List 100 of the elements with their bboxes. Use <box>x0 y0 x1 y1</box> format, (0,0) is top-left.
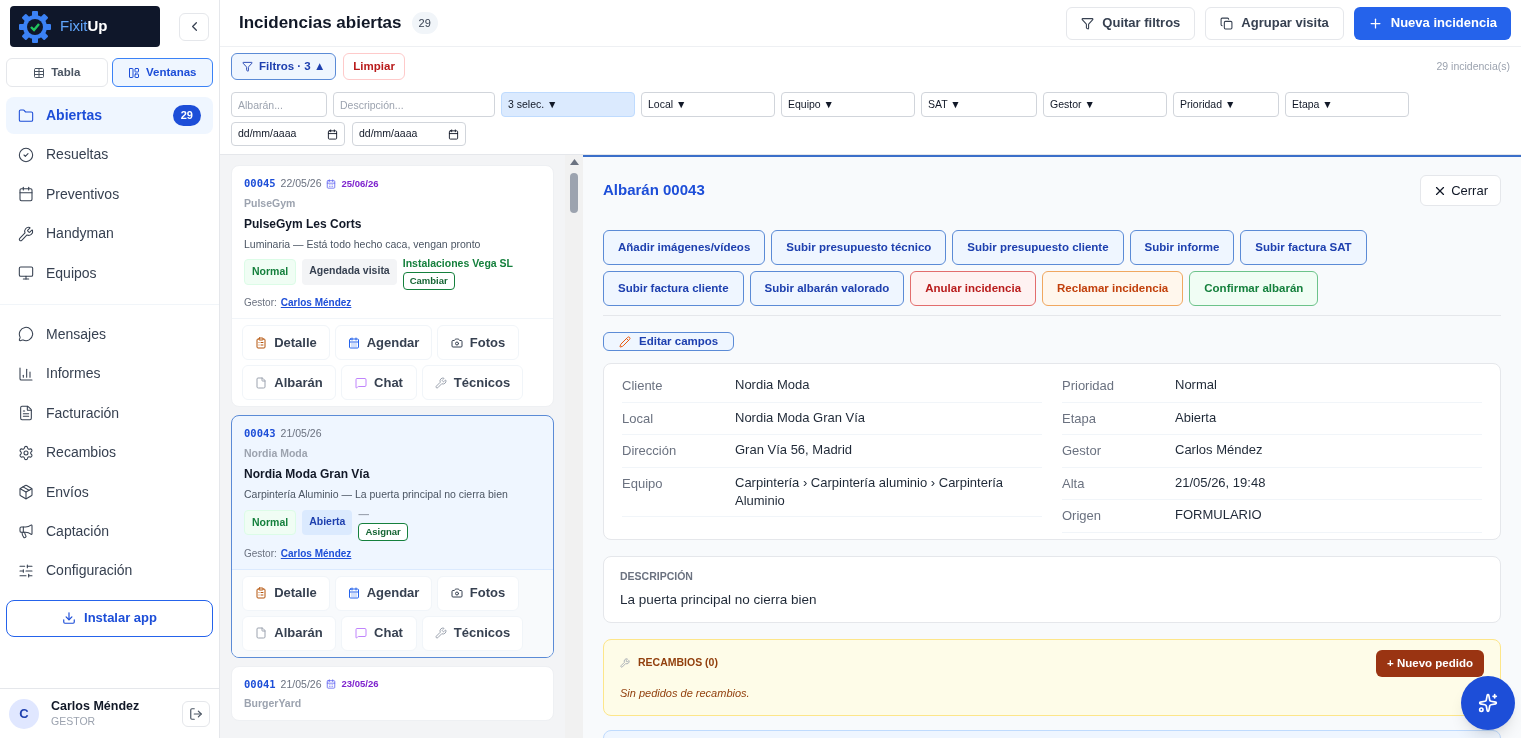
filter-icon <box>242 61 253 72</box>
header-button[interactable]: Agrupar visita <box>1205 6 1344 40</box>
filter-input[interactable]: Albarán... <box>231 92 327 117</box>
filter-select[interactable]: Prioridad ▼ <box>1173 92 1279 117</box>
scrollbar-thumb[interactable] <box>570 173 578 213</box>
action-button[interactable]: Subir presupuesto cliente <box>952 230 1124 265</box>
card-action-button[interactable]: Chat <box>341 365 417 401</box>
install-button[interactable]: Instalar app <box>6 599 213 637</box>
clipboard-icon <box>255 587 268 599</box>
grid-icon <box>33 66 46 79</box>
filter-select[interactable]: Local ▼ <box>641 92 775 117</box>
filter-select[interactable]: Gestor ▼ <box>1043 92 1167 117</box>
assign-button[interactable]: Asignar <box>358 522 408 541</box>
filter-select[interactable]: 3 selec. ▼ <box>501 92 635 117</box>
action-button[interactable]: Subir informe <box>1129 230 1235 265</box>
result-count: 29 incidencia(s) <box>1436 58 1510 74</box>
action-button[interactable]: Subir albarán valorado <box>749 271 905 306</box>
nav-item[interactable]: Abiertas 29 <box>6 97 213 134</box>
action-button[interactable]: Anular incidencia <box>910 271 1037 306</box>
wrench-icon <box>434 627 447 639</box>
nav-item[interactable]: Configuración <box>6 552 213 590</box>
card-action-button[interactable]: Técnicos <box>422 365 523 401</box>
new-order-button[interactable]: + Nuevo pedido <box>1376 649 1484 677</box>
date-field[interactable]: dd/mm/aaaa <box>231 122 345 146</box>
incident-date: 21/05/26 <box>280 676 322 692</box>
gestor-label: Gestor: <box>244 546 277 561</box>
incident-summary: Carpintería Aluminio — La puerta principal no cierra bien <box>244 486 509 502</box>
card-action-button[interactable]: Fotos <box>437 325 519 361</box>
nav-item[interactable]: Preventivos <box>6 175 213 213</box>
filter-input[interactable]: Descripción... <box>333 92 495 117</box>
action-button[interactable]: Añadir imágenes/vídeos <box>603 230 766 265</box>
page-title: Incidencias abiertas <box>239 12 402 35</box>
nav-item[interactable]: Informes <box>6 355 213 393</box>
check-circle-icon <box>18 146 34 163</box>
calendar-icon <box>18 186 34 203</box>
client-name: Nordia Moda <box>244 446 309 461</box>
document-icon <box>255 627 268 639</box>
card-action-button[interactable]: Agendar <box>335 575 432 611</box>
card-action-button[interactable]: Detalle <box>242 325 330 361</box>
logout-button[interactable] <box>182 700 210 727</box>
calendar-icon <box>347 587 360 599</box>
gestor-link[interactable]: Carlos Méndez <box>280 545 352 561</box>
technician-name: — <box>358 507 369 521</box>
action-button[interactable]: Confirmar albarán <box>1189 271 1319 306</box>
calendar-icon <box>347 336 360 349</box>
card-action-button[interactable]: Detalle <box>242 575 330 611</box>
assign-button[interactable]: Cambiar <box>402 272 455 291</box>
filter-select[interactable]: Equipo ▼ <box>781 92 915 117</box>
nav-item[interactable]: Handyman <box>6 215 213 253</box>
close-button[interactable]: Cerrar <box>1420 175 1501 206</box>
gestor-link[interactable]: Carlos Méndez <box>280 295 352 311</box>
action-button[interactable]: Subir factura SAT <box>1240 230 1367 265</box>
view-tab[interactable]: Ventanas <box>111 58 213 87</box>
nav-item[interactable]: Mensajes <box>6 315 213 353</box>
scroll-up-icon <box>569 159 579 165</box>
action-button[interactable]: Subir presupuesto técnico <box>771 230 947 265</box>
filter-select[interactable]: Etapa ▼ <box>1285 92 1409 117</box>
filter-icon <box>1081 16 1095 30</box>
incident-card[interactable]: 00041 21/05/26 23/05/26 BurgerYard <box>231 665 554 721</box>
filters-toggle[interactable]: Filtros · 3 ▲ <box>231 53 337 80</box>
action-button[interactable]: Subir factura cliente <box>603 271 744 306</box>
copy-icon <box>1220 16 1234 30</box>
field-label: Alta <box>1062 474 1086 493</box>
incident-number: 00043 <box>244 426 276 442</box>
card-action-button[interactable]: Albarán <box>242 615 336 651</box>
action-button[interactable]: Reclamar incidencia <box>1042 271 1184 306</box>
card-action-button[interactable]: Albarán <box>242 365 336 401</box>
filter-select[interactable]: SAT ▼ <box>921 92 1037 117</box>
card-action-button[interactable]: Técnicos <box>422 615 523 651</box>
download-icon <box>62 611 76 626</box>
field-label: Gestor <box>1062 442 1102 461</box>
nav-item[interactable]: Equipos <box>6 254 213 292</box>
empty-message: Sin pedidos de recambios. <box>620 685 751 701</box>
field-value: Gran Vía 56, Madrid <box>735 441 853 460</box>
incident-card[interactable] <box>231 165 554 408</box>
date-field[interactable]: dd/mm/aaaa <box>352 122 466 146</box>
clear-button[interactable]: Limpiar <box>343 53 405 80</box>
speech-bubble-icon <box>355 376 368 389</box>
card-action-button[interactable]: Agendar <box>335 325 432 361</box>
header-button[interactable]: Quitar filtros <box>1066 6 1196 40</box>
nav-item[interactable]: Envíos <box>6 473 213 511</box>
technician-name: Instalaciones Vega SL <box>402 257 513 271</box>
gestor-label: Gestor: <box>244 296 277 311</box>
pencil-icon <box>619 335 631 348</box>
user-role: GESTOR <box>51 714 97 728</box>
edit-fields-button[interactable]: Editar campos <box>603 332 735 352</box>
scrollbar[interactable] <box>565 155 583 738</box>
nav-item[interactable]: Recambios <box>6 434 213 472</box>
card-action-button[interactable]: Fotos <box>437 575 519 611</box>
section-heading: RECAMBIOS (0) <box>638 655 718 671</box>
nav-item[interactable]: Resueltas <box>6 136 213 174</box>
nav-item[interactable]: Captación <box>6 512 213 550</box>
chat-bubble-icon <box>18 326 34 343</box>
incident-card[interactable]: 00043 21/05/26 Nordia Moda Nordia Moda Gran Vía Carpintería Aluminio — La puerta principal no cierra bien Normal Abierta — Asignar Gestor: Carlos Méndez Detalle Agendar Fotos Albarán Chat Técnicos <box>231 415 554 658</box>
new-incident-button[interactable]: Nueva incidencia <box>1353 6 1511 40</box>
nav-item[interactable]: Facturación <box>6 394 213 432</box>
view-tab[interactable]: Tabla <box>6 58 108 87</box>
status-tag: Abierta <box>302 509 353 536</box>
card-action-button[interactable]: Chat <box>341 615 417 651</box>
wrench-icon <box>18 225 34 242</box>
